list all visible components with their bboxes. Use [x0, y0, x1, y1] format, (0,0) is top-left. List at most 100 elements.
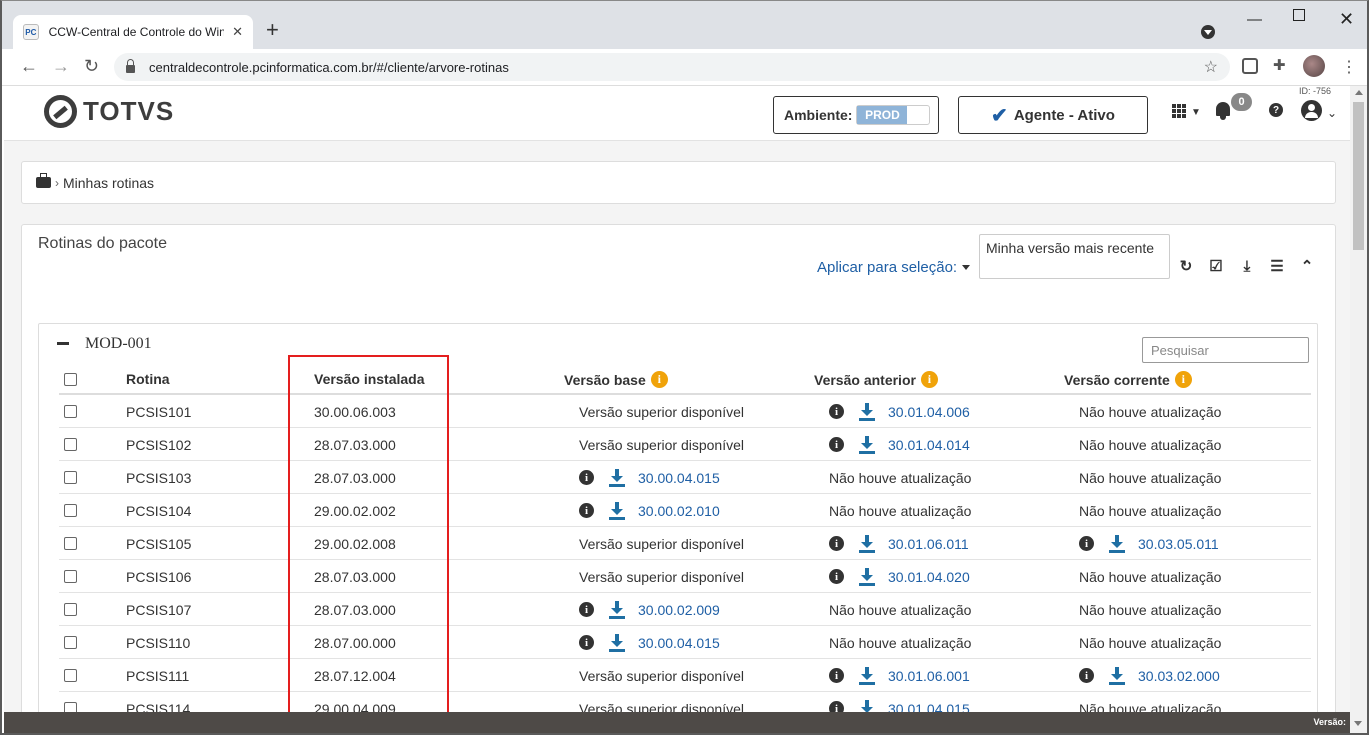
minimize-icon[interactable]: — — [1247, 11, 1262, 28]
forward-arrow-icon[interactable]: → — [52, 57, 70, 75]
download-icon[interactable] — [609, 468, 625, 487]
browser-tab[interactable]: PC CCW-Central de Controle do Win ✕ — [13, 15, 253, 49]
column-header-anterior[interactable]: Versão anterior i — [814, 371, 938, 388]
reload-icon[interactable]: ↻ — [84, 57, 99, 75]
back-arrow-icon[interactable]: ← — [20, 57, 38, 75]
totvs-logo[interactable]: TOTVS — [44, 95, 174, 128]
window-close-icon[interactable]: ✕ — [1339, 9, 1354, 30]
download-icon[interactable] — [609, 501, 625, 520]
download-icon[interactable] — [859, 666, 875, 685]
maximize-icon[interactable] — [1293, 9, 1305, 21]
question-icon[interactable]: ? — [1269, 103, 1283, 117]
chevron-down-icon[interactable] — [962, 265, 970, 270]
download-icon[interactable] — [859, 567, 875, 586]
download-icon[interactable] — [859, 402, 875, 421]
check-square-icon[interactable]: ☑ — [1208, 259, 1224, 275]
row-checkbox[interactable] — [64, 494, 77, 527]
info-icon[interactable]: i — [1079, 668, 1094, 683]
version-link[interactable]: 30.03.02.000 — [1138, 668, 1220, 684]
version-link[interactable]: 30.00.02.009 — [638, 602, 720, 618]
row-checkbox[interactable] — [64, 560, 77, 593]
download-icon[interactable] — [609, 600, 625, 619]
info-icon[interactable]: i — [579, 635, 594, 650]
info-icon[interactable]: i — [579, 503, 594, 518]
version-link[interactable]: 30.00.02.010 — [638, 503, 720, 519]
column-header-rotina[interactable]: Rotina — [126, 371, 170, 387]
download-icon[interactable] — [1109, 666, 1125, 685]
version-link[interactable]: 30.03.05.011 — [1138, 536, 1219, 552]
address-bar[interactable]: centraldecontrole.pcinformatica.com.br/#… — [114, 53, 1230, 81]
environment-switch[interactable]: Ambiente: PROD — [773, 96, 939, 134]
row-checkbox[interactable] — [64, 395, 77, 428]
select-all-checkbox[interactable] — [64, 373, 77, 386]
version-link[interactable]: 30.01.04.006 — [888, 404, 970, 420]
close-icon[interactable]: ✕ — [232, 24, 243, 40]
info-icon[interactable]: i — [829, 668, 844, 683]
collapse-minus-icon[interactable] — [57, 342, 69, 345]
info-icon[interactable]: i — [920, 371, 938, 388]
chevron-down-icon[interactable]: ⌄ — [1327, 106, 1337, 120]
download-icon[interactable] — [859, 534, 875, 553]
version-link[interactable]: 30.01.06.001 — [888, 668, 970, 684]
info-icon[interactable]: i — [650, 371, 668, 388]
download-icon[interactable] — [1109, 534, 1125, 553]
column-header-instalada[interactable]: Versão instalada — [314, 371, 425, 387]
row-checkbox[interactable] — [64, 659, 77, 692]
search-input[interactable] — [1142, 337, 1309, 363]
version-link[interactable]: 30.01.04.020 — [888, 569, 970, 585]
info-icon[interactable]: i — [579, 602, 594, 617]
environment-toggle[interactable]: PROD — [856, 105, 931, 125]
info-icon[interactable]: i — [829, 536, 844, 551]
breadcrumb-item[interactable]: Minhas rotinas — [63, 175, 154, 191]
version-link[interactable]: 30.01.04.015 — [888, 701, 970, 713]
info-icon[interactable]: i — [829, 404, 844, 419]
column-header-corrente[interactable]: Versão corrente i — [1064, 371, 1192, 388]
cell-anterior: i 30.01.04.015 — [829, 692, 970, 712]
row-checkbox[interactable] — [64, 626, 77, 659]
grid-icon[interactable] — [1172, 104, 1186, 118]
version-link[interactable]: 30.00.04.015 — [638, 470, 720, 486]
vertical-scrollbar[interactable] — [1350, 86, 1367, 712]
profile-avatar[interactable] — [1303, 55, 1325, 77]
browser-window: PC CCW-Central de Controle do Win ✕ + — … — [0, 0, 1369, 735]
refresh-icon[interactable]: ↻ — [1178, 259, 1194, 275]
new-tab-button[interactable]: + — [266, 19, 279, 41]
info-icon[interactable]: i — [829, 437, 844, 452]
row-checkbox[interactable] — [64, 428, 77, 461]
info-icon[interactable]: i — [579, 470, 594, 485]
apply-value-select[interactable]: Minha versão mais recente — [979, 234, 1170, 279]
scroll-up-icon[interactable] — [1355, 90, 1363, 95]
chevron-up-icon[interactable]: ⌃ — [1299, 259, 1315, 275]
row-checkbox[interactable] — [64, 527, 77, 560]
agent-status-button[interactable]: ✔ Agente - Ativo — [958, 96, 1148, 134]
download-icon[interactable]: ⤓ — [1239, 259, 1255, 275]
media-control-icon[interactable] — [1201, 25, 1215, 39]
kebab-menu-icon[interactable]: ⋮ — [1341, 57, 1357, 77]
cell-base: Versão superior disponível — [579, 403, 744, 420]
extension-icon[interactable] — [1242, 58, 1258, 74]
row-checkbox[interactable] — [64, 461, 77, 494]
info-icon[interactable]: i — [1174, 371, 1192, 388]
column-header-base[interactable]: Versão base i — [564, 371, 668, 388]
download-icon[interactable] — [609, 633, 625, 652]
chevron-down-icon[interactable]: ▼ — [1191, 107, 1201, 118]
info-icon[interactable]: i — [829, 701, 844, 712]
star-icon[interactable]: ☆ — [1204, 57, 1218, 77]
menu-icon[interactable]: ☰ — [1269, 259, 1285, 275]
row-checkbox[interactable] — [64, 593, 77, 626]
info-icon[interactable]: i — [829, 569, 844, 584]
version-link[interactable]: 30.00.04.015 — [638, 635, 720, 651]
download-icon[interactable] — [859, 699, 875, 712]
download-icon[interactable] — [859, 435, 875, 454]
scroll-thumb[interactable] — [1353, 102, 1364, 250]
puzzle-icon[interactable]: ✚ — [1273, 56, 1289, 74]
bell-icon[interactable] — [1214, 100, 1232, 120]
row-checkbox[interactable] — [64, 692, 77, 712]
version-link[interactable]: 30.01.06.011 — [888, 536, 969, 552]
url-text[interactable]: centraldecontrole.pcinformatica.com.br/#… — [149, 60, 509, 75]
apply-selection-dropdown[interactable]: Aplicar para seleção: — [817, 259, 957, 276]
scroll-down-icon[interactable] — [1350, 712, 1367, 733]
version-link[interactable]: 30.01.04.014 — [888, 437, 970, 453]
info-icon[interactable]: i — [1079, 536, 1094, 551]
user-circle-icon[interactable] — [1301, 100, 1322, 121]
